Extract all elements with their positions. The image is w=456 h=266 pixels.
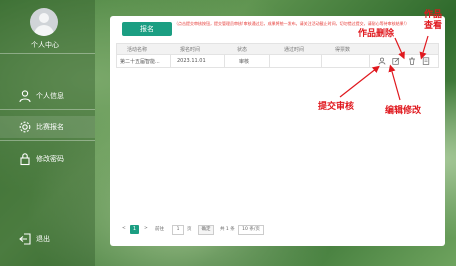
divider	[0, 140, 95, 141]
cell-status: 审核	[239, 59, 250, 65]
divider	[0, 109, 95, 110]
sidebar-item-label: 退出	[36, 235, 50, 243]
gear-icon	[19, 121, 31, 133]
cell-name: 第二十五届智能...	[120, 59, 160, 65]
column-header-name: 活动名称	[127, 47, 148, 53]
goto-label: 前往	[155, 227, 164, 232]
edit-icon[interactable]	[392, 57, 400, 65]
annotation-submit-review: 提交审核	[318, 102, 355, 112]
table-row: 第二十五届智能... 2023.11.01 审核	[116, 55, 439, 68]
lock-icon	[20, 153, 30, 166]
column-header-time: 报名时间	[180, 47, 201, 53]
sidebar-item-label: 个人信息	[36, 92, 64, 100]
page-size-select[interactable]: 10 条/页	[238, 225, 264, 235]
user-icon	[19, 90, 31, 103]
view-icon[interactable]	[422, 57, 430, 65]
current-page-button[interactable]: 1	[130, 225, 139, 234]
sidebar-item-logout[interactable]: 退出	[0, 228, 95, 250]
sidebar-item-password[interactable]: 修改密码	[0, 148, 95, 170]
delete-icon[interactable]	[408, 57, 416, 65]
user-center-label: 个人中心	[31, 41, 59, 49]
page-unit: 页	[187, 227, 192, 232]
main-panel: 报名 （点击提交审核按钮，提交管理员审核!审核通过后，成果将统一发布。请关注活动…	[110, 16, 445, 246]
notice-text: （点击提交审核按钮，提交管理员审核!审核通过后，成果将统一发布。请关注活动截止时…	[174, 21, 410, 26]
pagination: < 1 > 前往 1 页 确定 共 1 条 10 条/页	[122, 225, 442, 235]
confirm-button[interactable]: 确定	[198, 225, 214, 235]
table-header: 活动名称 报名时间 状态 通过时间 得票数	[116, 43, 439, 55]
sidebar-item-label: 比赛报名	[36, 123, 64, 131]
divider	[0, 53, 95, 54]
signup-button[interactable]: 报名	[122, 22, 172, 36]
sidebar-item-label: 修改密码	[36, 155, 64, 163]
submit-review-icon[interactable]	[378, 57, 386, 65]
signup-table: 活动名称 报名时间 状态 通过时间 得票数 第二十五届智能... 2023.11…	[116, 43, 439, 68]
logout-icon	[19, 233, 31, 245]
next-page-button[interactable]: >	[144, 226, 148, 231]
total-count: 共 1 条	[220, 227, 235, 232]
column-header-votes: 得票数	[335, 47, 351, 53]
avatar	[30, 8, 58, 36]
annotation-edit: 编辑修改	[385, 106, 422, 116]
sidebar: 个人中心 个人信息 比赛报名 修改密码 退出	[0, 0, 95, 266]
sidebar-item-profile[interactable]: 个人信息	[0, 85, 95, 107]
column-header-pass-time: 通过时间	[284, 47, 305, 53]
annotation-delete-work: 作品删除	[358, 29, 395, 39]
prev-page-button[interactable]: <	[122, 226, 126, 231]
cell-time: 2023.11.01	[177, 58, 206, 64]
annotation-view-work: 作品查看	[423, 10, 442, 31]
column-header-status: 状态	[237, 47, 248, 53]
sidebar-item-signup[interactable]: 比赛报名	[0, 116, 95, 138]
page-input[interactable]: 1	[172, 225, 184, 235]
